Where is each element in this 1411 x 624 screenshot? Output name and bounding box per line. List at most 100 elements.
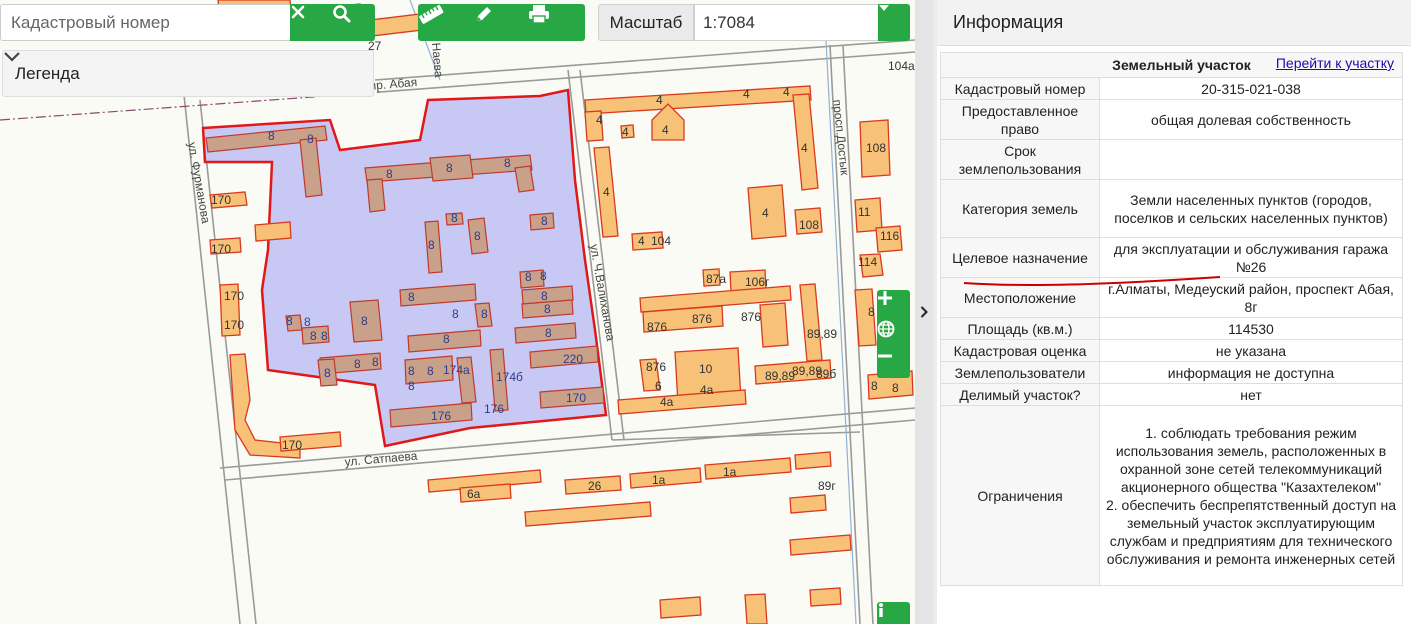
- zoom-in-icon: [878, 291, 892, 305]
- building-number-label: 89,89: [765, 369, 795, 383]
- building: [794, 451, 832, 470]
- building-number-label: 8: [361, 314, 368, 328]
- building-number-label: 8: [541, 214, 548, 228]
- building-number-label: 104а: [888, 59, 915, 73]
- building-number-label: 6а: [467, 487, 481, 501]
- section-title: Земельный участок: [1112, 57, 1251, 73]
- search-icon: [333, 5, 351, 23]
- print-button[interactable]: [528, 4, 585, 41]
- info-row: Кадастровая оценка не указана: [940, 339, 1403, 362]
- building-number-label: 8: [504, 156, 511, 170]
- clear-search-button[interactable]: [290, 4, 332, 41]
- building-number-label: 8: [452, 307, 459, 321]
- info-row-key: Площадь (кв.м.): [940, 317, 1100, 340]
- building-number-label: 1а: [652, 473, 666, 487]
- scale-select[interactable]: 1:7084: [694, 4, 878, 41]
- building-number-label: 4: [656, 93, 663, 107]
- panel-body: Земельный участок Перейти к участку Када…: [937, 46, 1411, 624]
- building-number-label: 26: [588, 479, 602, 493]
- info-row: Ограничения 1. соблюдать требования режим…: [940, 405, 1403, 586]
- building: [369, 13, 423, 37]
- building: [514, 165, 535, 193]
- building-number-label: 104: [651, 234, 671, 248]
- measure-button[interactable]: [418, 4, 474, 41]
- draw-button[interactable]: [474, 4, 528, 41]
- building-number-label: 106г: [745, 275, 770, 289]
- building-number-label: 4: [762, 206, 769, 220]
- scale-label: Масштаб: [598, 4, 694, 41]
- annotation-underline: [963, 276, 1221, 286]
- building-number-label: 876: [646, 360, 666, 374]
- building-number-label: 8: [428, 238, 435, 252]
- building-number-label: 176: [484, 402, 504, 416]
- building-number-label: 4: [743, 87, 750, 101]
- map-canvas[interactable]: 27 104а 4 4 4 4 4 4 4 4 4 4 104 87а 106г 108 108 11 116 114…: [0, 0, 915, 624]
- street-name-label: просп.Достык: [830, 99, 852, 177]
- building-number-label: 8: [871, 379, 878, 393]
- building-number-label: 8: [544, 302, 551, 316]
- info-row: Кадастровый номер 20-315-021-038: [940, 77, 1403, 100]
- building-number-label: 8: [354, 357, 361, 371]
- building-number-label: 8: [427, 364, 434, 378]
- info-row-key: Кадастровый номер: [940, 77, 1100, 100]
- info-row: Землепользователи информация не доступна: [940, 361, 1403, 384]
- road-line: [224, 419, 915, 481]
- info-row-key: Ограничения: [940, 405, 1100, 586]
- building-number-label: 4: [596, 113, 603, 127]
- info-sidebar: Информация Земельный участок Перейти к у…: [915, 0, 1411, 624]
- info-row-value: Земли населенных пунктов (городов, посел…: [1099, 179, 1403, 238]
- building: [254, 221, 292, 242]
- search-button[interactable]: [332, 4, 375, 41]
- info-row: Категория земель Земли населенных пунктов…: [940, 179, 1403, 238]
- building-number-label: 8: [307, 132, 314, 146]
- building: [744, 593, 768, 624]
- building-number-label: 8: [868, 305, 875, 319]
- zoom-out-icon: [878, 354, 892, 358]
- building-number-label: 876: [647, 320, 667, 334]
- zoom-in-button[interactable]: [877, 290, 910, 320]
- road-line: [374, 39, 915, 81]
- goto-parcel-link[interactable]: Перейти к участку: [1276, 55, 1394, 71]
- building-number-label: 8: [386, 167, 393, 181]
- parcel-info-table: Земельный участок Перейти к участку Када…: [940, 52, 1403, 586]
- chevron-right-icon: [920, 306, 928, 318]
- building-number-label: 8: [408, 364, 415, 378]
- globe-button[interactable]: [877, 320, 910, 348]
- building: [759, 302, 789, 348]
- building-number-label: 8: [443, 332, 450, 346]
- building-number-label: 170: [224, 318, 244, 332]
- zoom-out-button[interactable]: [877, 348, 910, 378]
- section-header: Земельный участок Перейти к участку: [940, 52, 1403, 78]
- collapse-panel-button[interactable]: [915, 0, 933, 624]
- building-number-label: 4а: [700, 383, 714, 397]
- building-number-label: 4: [622, 125, 629, 139]
- info-row-key: Предоставленное право: [940, 99, 1100, 140]
- pencil-icon: [477, 7, 491, 21]
- info-row: Срок землепользования: [940, 139, 1403, 180]
- building-number-label: 116: [880, 229, 899, 243]
- building-number-label: 4а: [660, 395, 674, 409]
- info-button[interactable]: [877, 602, 910, 624]
- legend-panel[interactable]: Легенда: [2, 50, 374, 97]
- building-number-label: 170: [211, 242, 231, 256]
- building-number-label: 170: [211, 193, 231, 207]
- building: [629, 467, 702, 489]
- building: [584, 85, 812, 115]
- building-number-label: 220: [563, 352, 583, 366]
- building-number-label: 87а: [706, 272, 726, 286]
- info-row: Целевое назначение для эксплуатации и обс…: [940, 237, 1403, 278]
- info-row-value: нет: [1099, 383, 1403, 406]
- building-number-label: 4: [801, 141, 808, 155]
- building-number-label: 876: [692, 312, 712, 326]
- building-number-label: 89б: [816, 367, 836, 381]
- info-row: Предоставленное право общая долевая собст…: [940, 99, 1403, 140]
- building: [659, 596, 702, 619]
- panel-title: Информация: [937, 0, 1411, 46]
- info-row-value: 1. соблюдать требования режим использова…: [1099, 405, 1403, 586]
- building-number-label: 8: [408, 290, 415, 304]
- cadastral-search-input[interactable]: [0, 4, 290, 41]
- building: [704, 457, 792, 480]
- scale-dropdown-button[interactable]: [878, 4, 910, 41]
- scale-value: 1:7084: [703, 12, 755, 32]
- info-row-value: [1099, 139, 1403, 180]
